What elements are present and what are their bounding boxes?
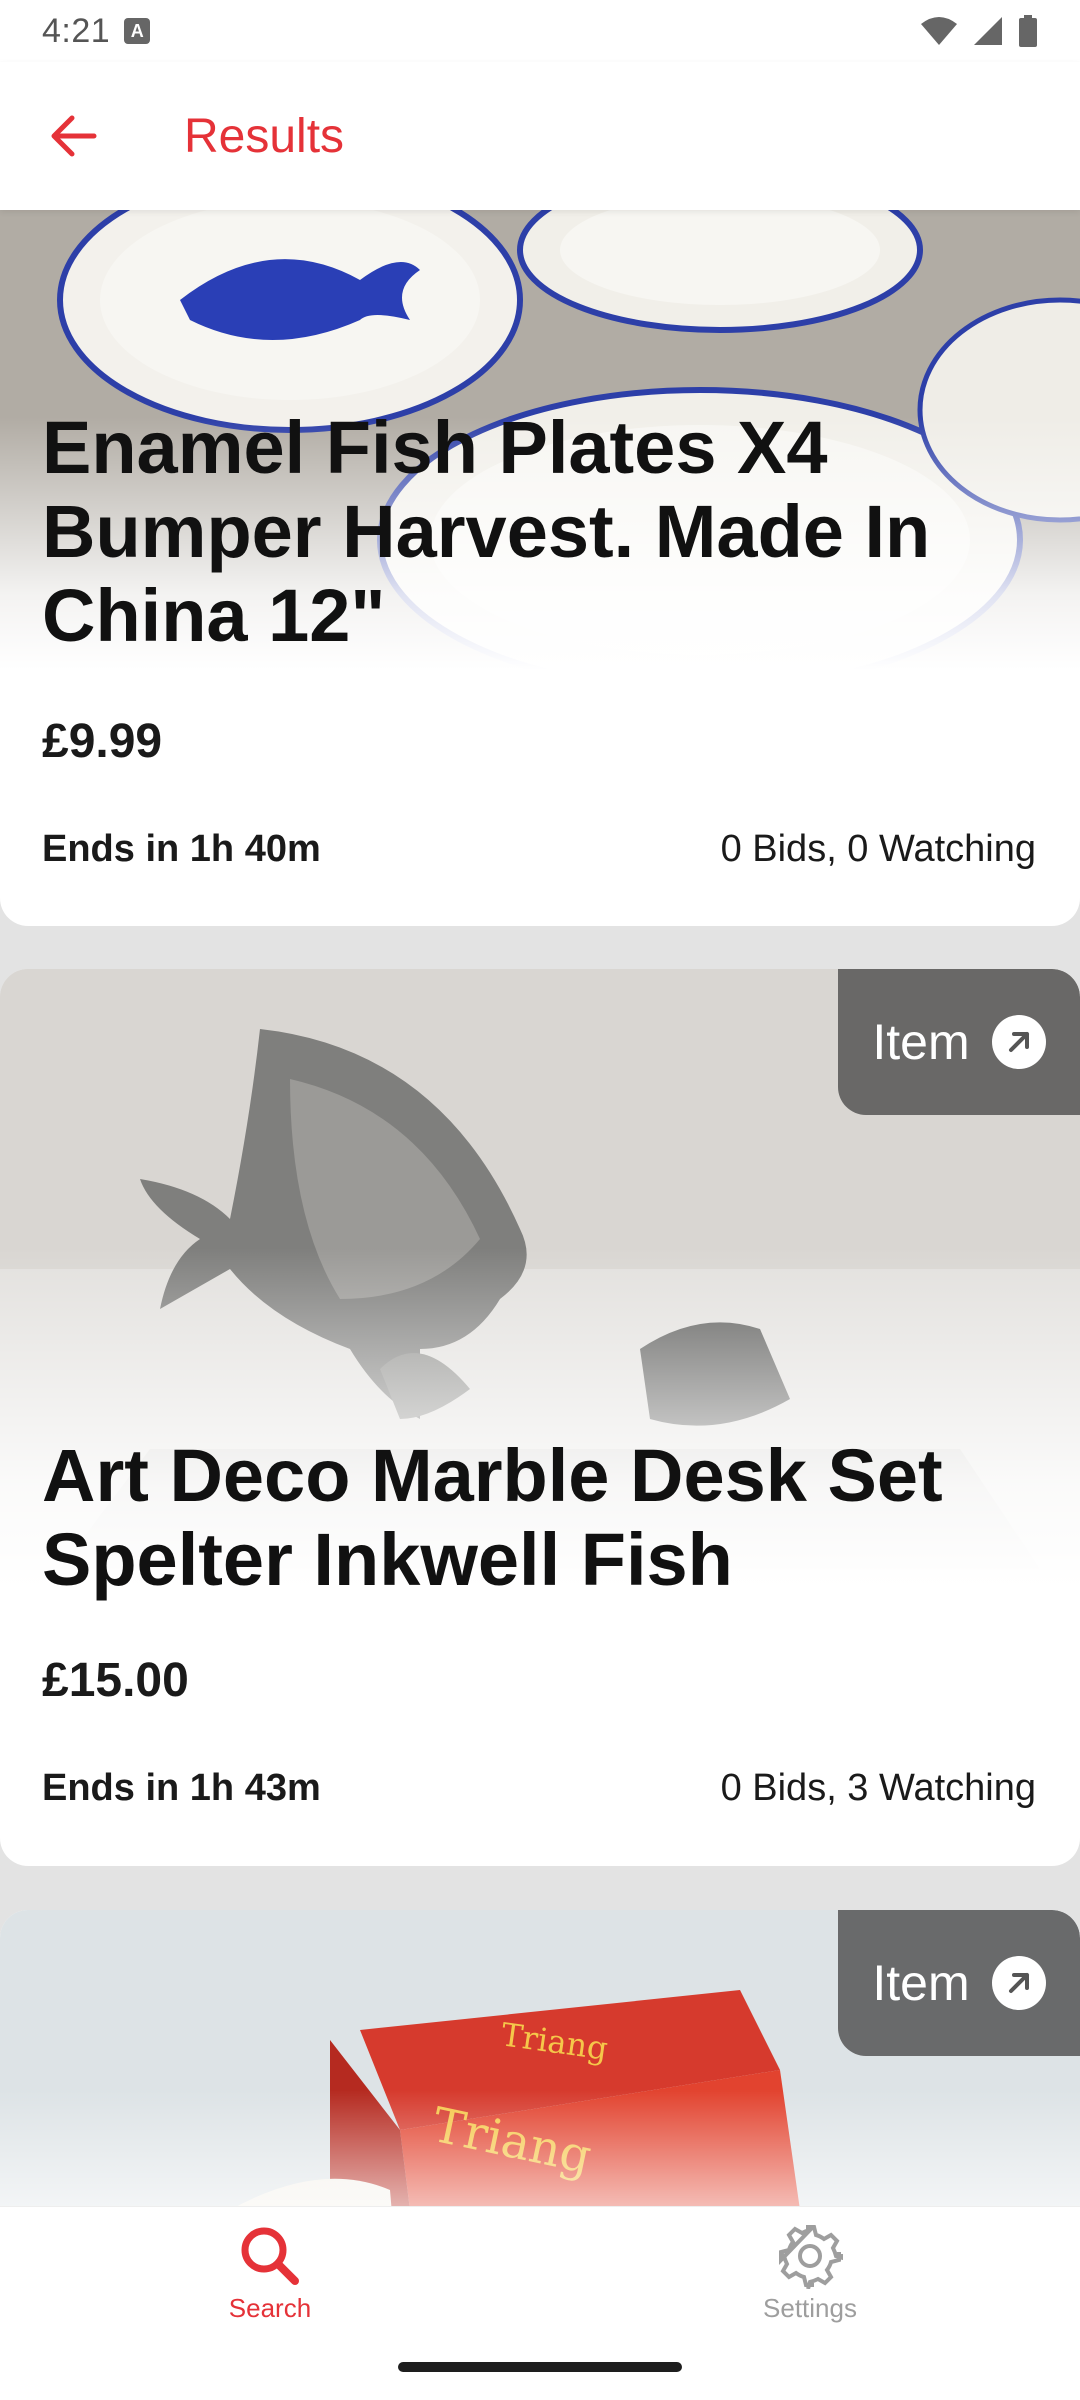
status-left: 4:21 A [42,11,151,51]
wifi-icon [921,17,957,45]
open-external-icon [991,1015,1046,1069]
listing-bids: 0 Bids, 3 Watching [720,1767,1036,1809]
item-link-button[interactable]: Item [838,1910,1080,2056]
battery-icon [1019,15,1037,47]
back-button[interactable] [18,81,128,191]
signal-icon [974,17,1002,45]
listing-ends: Ends in 1h 40m [42,828,321,870]
gear-icon [779,2225,843,2289]
item-link-button[interactable]: Item [838,969,1080,1115]
listing-ends: Ends in 1h 43m [42,1767,321,1809]
item-chip-label: Item [872,1014,970,1070]
listing-title: Enamel Fish Plates X4 Bumper Harvest. Ma… [42,406,931,657]
results-list[interactable]: Enamel Fish Plates X4 Bumper Harvest. Ma… [0,210,1080,2210]
open-external-icon [991,1956,1046,2010]
home-indicator[interactable] [398,2362,682,2372]
listing-title: Art Deco Marble Desk Set Spelter Inkwell… [42,1434,943,1601]
svg-text:Triang: Triang [428,2097,597,2185]
notification-glyph: A [130,21,144,41]
status-right [920,15,1038,47]
status-time: 4:21 [42,11,111,50]
listing-price: £9.99 [42,715,163,768]
nav-search-label: Search [228,2293,312,2323]
listing-bids: 0 Bids, 0 Watching [720,828,1036,870]
listing-card[interactable]: Item Art Deco Marble Desk Set Spelter In… [0,969,1080,1866]
app-bar: Results [0,62,1080,210]
item-chip-label: Item [872,1955,970,2011]
listing-price: £15.00 [42,1654,189,1707]
nav-settings-label: Settings [763,2293,857,2323]
status-bar: 4:21 A [0,0,1080,62]
arrow-left-icon [51,115,97,157]
nav-search[interactable]: Search [120,2223,420,2353]
listing-card[interactable]: Triang Triang Item [0,1910,1080,2210]
listing-card[interactable]: Enamel Fish Plates X4 Bumper Harvest. Ma… [0,210,1080,926]
page-title: Results [184,109,345,163]
notification-icon: A [124,18,151,44]
search-icon [241,2227,299,2285]
nav-settings[interactable]: Settings [660,2223,960,2353]
